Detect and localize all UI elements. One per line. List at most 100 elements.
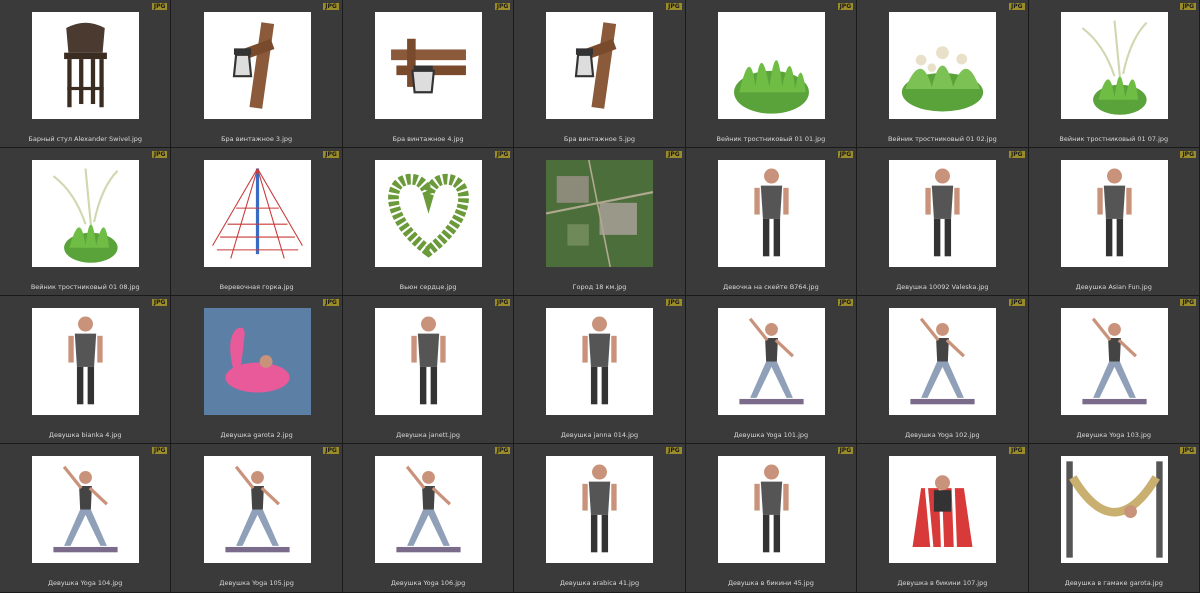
file-name: Девушка arabica 41.jpg	[559, 579, 640, 587]
person-icon	[375, 308, 483, 415]
grass-icon	[717, 12, 825, 119]
file-name: Девушка janna 014.jpg	[560, 431, 639, 439]
file-type-badge: JPG	[323, 3, 339, 10]
thumbnail-tile[interactable]: JPG Город 18 км.jpg	[514, 148, 686, 296]
file-name: Барный стул Alexander Swivel.jpg	[28, 135, 143, 143]
file-name: Город 18 км.jpg	[572, 283, 627, 291]
person-icon	[889, 160, 997, 267]
wall-lamp-wide-icon	[375, 12, 483, 119]
file-type-badge: JPG	[494, 151, 511, 158]
thumbnail-tile[interactable]: JPG Девушка Yoga 106.jpg	[342, 444, 515, 593]
city-map-icon	[546, 160, 654, 267]
thumbnail-tile[interactable]: JPG Бра винтажное 3.jpg	[171, 0, 343, 148]
thumbnail-tile[interactable]: JPG Девушка в гамаке garota.jpg	[1028, 444, 1200, 593]
file-name: Вьюн сердце.jpg	[399, 283, 457, 291]
file-type-badge: JPG	[666, 447, 682, 454]
person-icon	[546, 308, 654, 415]
pool-float-icon	[203, 308, 311, 415]
file-type-badge: JPG	[837, 299, 854, 306]
thumbnail-tile[interactable]: JPG Барный стул Alexander Swivel.jpg	[0, 0, 172, 148]
yoga-icon	[203, 456, 311, 563]
thumbnail-tile[interactable]: JPG Бра винтажное 4.jpg	[342, 0, 515, 148]
thumbnail-tile[interactable]: JPG Девочка на скейте B764.jpg	[685, 148, 858, 296]
file-type-badge: JPG	[323, 151, 339, 158]
file-name: Девушка в бикини 45.jpg	[727, 579, 814, 587]
file-type-badge: JPG	[1180, 151, 1196, 158]
person-icon	[546, 456, 654, 563]
file-type-badge: JPG	[323, 299, 339, 306]
heart-vine-icon	[375, 160, 483, 267]
thumbnail-tile[interactable]: JPG Бра винтажное 5.jpg	[514, 0, 686, 148]
thumbnail-tile[interactable]: JPG Девушка Yoga 105.jpg	[171, 444, 343, 593]
rope-pyramid-icon	[203, 160, 311, 267]
file-name: Вейник тростниковый 01 02.jpg	[887, 135, 997, 143]
hammock-icon	[1060, 456, 1168, 563]
file-type-badge: JPG	[837, 3, 854, 10]
file-name: Веревочная горка.jpg	[219, 283, 294, 291]
file-type-badge: JPG	[151, 299, 168, 306]
thumbnail-tile[interactable]: JPG Девушка Yoga 103.jpg	[1028, 296, 1200, 444]
file-name: Девочка на скейте B764.jpg	[723, 283, 819, 291]
file-name: Девушка Yoga 103.jpg	[1076, 431, 1152, 439]
wall-lamp-icon	[203, 12, 311, 119]
person-icon	[1060, 160, 1168, 267]
file-name: Девушка Yoga 102.jpg	[905, 431, 980, 439]
thumbnail-tile[interactable]: JPG Девушка в бикини 45.jpg	[685, 444, 858, 593]
file-type-badge: JPG	[1009, 3, 1025, 10]
grass-tall-icon	[1060, 12, 1168, 119]
file-type-badge: JPG	[837, 151, 854, 158]
file-name: Девушка garota 2.jpg	[220, 431, 293, 439]
file-type-badge: JPG	[837, 447, 854, 454]
thumbnail-tile[interactable]: JPG Девушка garota 2.jpg	[171, 296, 343, 444]
thumbnail-tile[interactable]: JPG Вейник тростниковый 01 01.jpg	[685, 0, 858, 148]
thumbnail-tile[interactable]: JPG Вейник тростниковый 01 07.jpg	[1028, 0, 1200, 148]
file-name: Девушка в бикини 107.jpg	[897, 579, 988, 587]
yoga-icon	[717, 308, 825, 415]
yoga-icon	[889, 308, 997, 415]
yoga-icon	[1060, 308, 1168, 415]
file-name: Девушка Yoga 106.jpg	[390, 579, 466, 587]
wall-lamp-icon	[546, 12, 654, 119]
file-name: Вейник тростниковый 01 01.jpg	[716, 135, 826, 143]
beach-chair-icon	[889, 456, 997, 563]
thumbnail-tile[interactable]: JPG Девушка Asian Fun.jpg	[1028, 148, 1200, 296]
thumbnail-tile[interactable]: JPG Вьюн сердце.jpg	[342, 148, 515, 296]
thumbnail-tile[interactable]: JPG Девушка Yoga 102.jpg	[857, 296, 1029, 444]
file-type-badge: JPG	[151, 447, 168, 454]
file-name: Вейник тростниковый 01 08.jpg	[30, 283, 140, 291]
file-name: Бра винтажное 5.jpg	[563, 135, 636, 143]
thumbnail-tile[interactable]: JPG Девушка bianka 4.jpg	[0, 296, 172, 444]
yoga-icon	[32, 456, 140, 563]
file-name: Бра винтажное 3.jpg	[221, 135, 293, 143]
file-name: Девушка в гамаке garota.jpg	[1064, 579, 1163, 587]
file-name: Девушка 10092 Valeska.jpg	[896, 283, 989, 291]
bar-stool-icon	[32, 12, 140, 119]
file-type-badge: JPG	[1009, 447, 1025, 454]
file-type-badge: JPG	[1180, 447, 1196, 454]
thumbnail-tile[interactable]: JPG Девушка janett.jpg	[342, 296, 515, 444]
file-name: Девушка Yoga 101.jpg	[733, 431, 809, 439]
thumbnail-tile[interactable]: JPG Вейник тростниковый 01 08.jpg	[0, 148, 172, 296]
file-type-badge: JPG	[1009, 299, 1025, 306]
file-type-badge: JPG	[1009, 151, 1025, 158]
person-icon	[717, 456, 825, 563]
thumbnail-tile[interactable]: JPG Девушка janna 014.jpg	[514, 296, 686, 444]
grass-flower-icon	[889, 12, 997, 119]
thumbnail-tile[interactable]: JPG Девушка в бикини 107.jpg	[857, 444, 1029, 593]
thumbnail-tile[interactable]: JPG Девушка Yoga 104.jpg	[0, 444, 172, 593]
thumbnail-grid: JPG Барный стул Alexander Swivel.jpg JPG Бр…	[0, 0, 1200, 593]
file-type-badge: JPG	[323, 447, 339, 454]
file-type-badge: JPG	[1180, 299, 1196, 306]
thumbnail-tile[interactable]: JPG Девушка arabica 41.jpg	[514, 444, 686, 593]
thumbnail-tile[interactable]: JPG Веревочная горка.jpg	[171, 148, 343, 296]
file-type-badge: JPG	[1180, 3, 1196, 10]
file-type-badge: JPG	[494, 299, 511, 306]
thumbnail-tile[interactable]: JPG Девушка Yoga 101.jpg	[685, 296, 858, 444]
file-name: Девушка bianka 4.jpg	[48, 431, 122, 439]
file-type-badge: JPG	[494, 3, 511, 10]
yoga-icon	[375, 456, 483, 563]
file-name: Бра винтажное 4.jpg	[392, 135, 464, 143]
thumbnail-tile[interactable]: JPG Вейник тростниковый 01 02.jpg	[857, 0, 1029, 148]
thumbnail-tile[interactable]: JPG Девушка 10092 Valeska.jpg	[857, 148, 1029, 296]
grass-tall-icon	[32, 160, 140, 267]
